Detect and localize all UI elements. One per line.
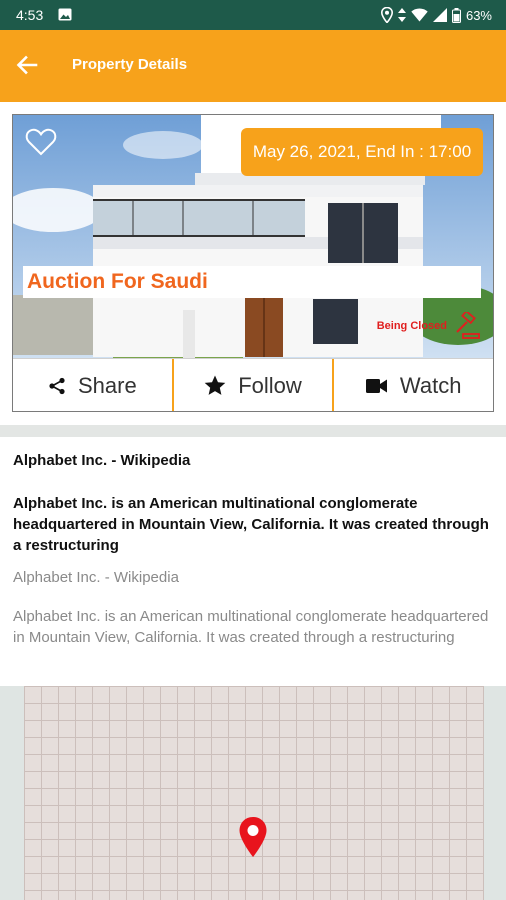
description-body: Alphabet Inc. is an American multination… xyxy=(13,495,489,554)
section-divider xyxy=(0,425,506,437)
property-description: Alphabet Inc. - Wikipedia Alphabet Inc. … xyxy=(13,452,495,648)
description-title-secondary: Alphabet Inc. - Wikipedia xyxy=(13,569,179,586)
cellular-signal-icon xyxy=(432,8,447,22)
share-label: Share xyxy=(77,372,137,398)
app-bar: Property Details xyxy=(0,30,506,102)
wifi-icon xyxy=(411,8,428,22)
data-arrows-icon xyxy=(397,8,406,22)
follow-label: Follow xyxy=(238,372,302,398)
follow-button[interactable]: Follow xyxy=(171,359,333,411)
video-camera-icon xyxy=(365,378,387,393)
location-pin-icon[interactable] xyxy=(237,816,269,858)
battery-percent: 63% xyxy=(465,7,492,23)
description-title: Alphabet Inc. - Wikipedia xyxy=(13,452,191,469)
description-body-secondary: Alphabet Inc. is an American multination… xyxy=(13,608,489,646)
status-icons: 63% xyxy=(380,6,492,24)
share-button[interactable]: Share xyxy=(13,359,172,411)
action-bar: Share Follow Watch xyxy=(13,358,493,411)
share-icon xyxy=(49,377,65,394)
map-section xyxy=(0,686,506,900)
property-map[interactable] xyxy=(24,686,484,900)
auction-title: Auction For Saudi xyxy=(23,266,481,298)
watch-label: Watch xyxy=(399,372,462,398)
status-time: 4:53 xyxy=(16,7,44,23)
image-notification-icon xyxy=(58,8,72,21)
page-title: Property Details xyxy=(72,56,188,73)
battery-icon xyxy=(451,7,461,23)
location-icon xyxy=(380,7,393,23)
closing-status: Being Closed xyxy=(377,312,481,340)
auction-date-badge: May 26, 2021, End In : 17:00 xyxy=(241,128,483,176)
watch-button[interactable]: Watch xyxy=(332,359,493,411)
heart-icon[interactable] xyxy=(25,127,57,157)
closing-status-text: Being Closed xyxy=(376,320,447,332)
property-photo: May 26, 2021, End In : 17:00 Auction For… xyxy=(13,115,493,358)
property-card: May 26, 2021, End In : 17:00 Auction For… xyxy=(12,114,494,412)
back-arrow-icon[interactable] xyxy=(14,52,40,78)
star-icon xyxy=(204,375,226,395)
status-bar: 4:53 63% xyxy=(0,0,506,30)
gavel-icon xyxy=(456,312,480,339)
